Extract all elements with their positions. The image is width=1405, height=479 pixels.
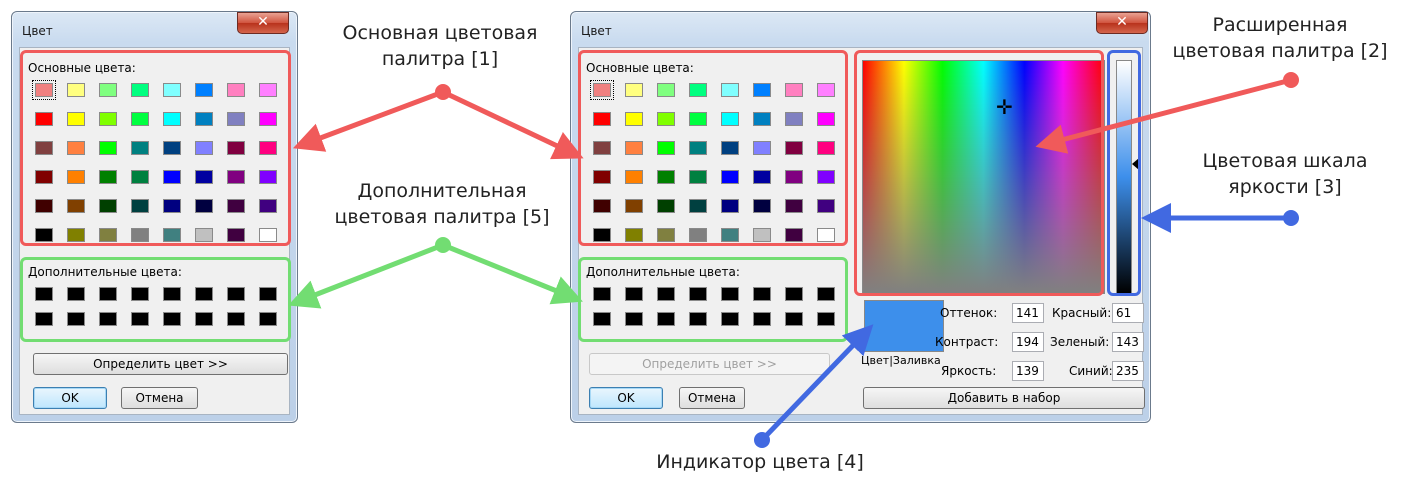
- arrow-indicator: [760, 324, 874, 442]
- annotation-extended-palette: Расширенная цветовая палитра [2]: [1172, 14, 1388, 62]
- annotation-color-indicator: Индикатор цвета [4]: [656, 451, 864, 473]
- dot-extended: [1283, 72, 1299, 88]
- arrow-extended: [1035, 77, 1292, 154]
- annotation-luminance-scale: Цветовая шкала яркости [3]: [1202, 150, 1368, 198]
- annotation-basic-palette: Основная цветовая палитра [1]: [342, 22, 538, 70]
- dot-indicator: [754, 432, 770, 448]
- arrow-basic-left: [292, 89, 444, 152]
- arrow-custom-right: [442, 242, 583, 305]
- annotation-custom-palette: Дополнительная цветовая палитра [5]: [334, 180, 550, 228]
- annotation-arrows: [288, 72, 1299, 448]
- dot-luminance: [1283, 210, 1299, 226]
- dot-custom: [435, 237, 451, 253]
- dot-basic: [435, 84, 451, 100]
- arrow-custom-left: [288, 242, 444, 309]
- arrow-basic-right: [441, 89, 584, 160]
